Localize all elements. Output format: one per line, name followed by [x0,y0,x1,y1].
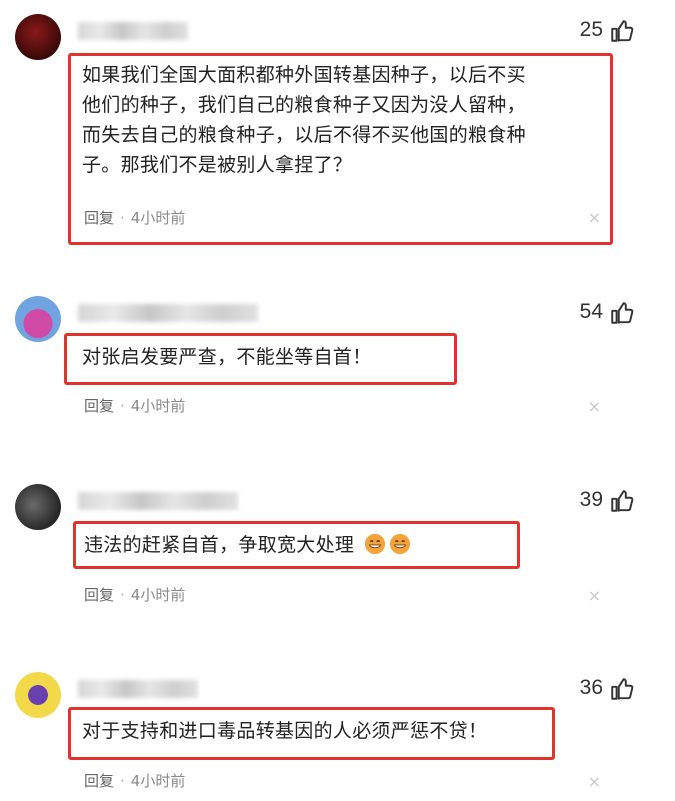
timestamp: 4小时前 [130,772,186,790]
avatar[interactable] [15,672,61,718]
separator-dot: · [120,772,125,790]
username-blurred[interactable] [78,680,198,698]
reply-button[interactable]: 回复 [84,772,114,790]
comment-line: 对于支持和进口毒品转基因的人必须严惩不贷！ [82,720,488,742]
like-button[interactable] [609,676,635,702]
comment-4: 36 对于支持和进口毒品转基因的人必须严惩不贷！ 回复 · 4小时前 × [0,0,675,801]
like-count: 36 [579,676,603,699]
comment-meta: 回复 · 4小时前 [84,770,185,791]
thumbs-up-icon [611,678,634,700]
close-icon[interactable]: × [588,772,601,791]
comment-text: 对于支持和进口毒品转基因的人必须严惩不贷！ [82,716,487,746]
